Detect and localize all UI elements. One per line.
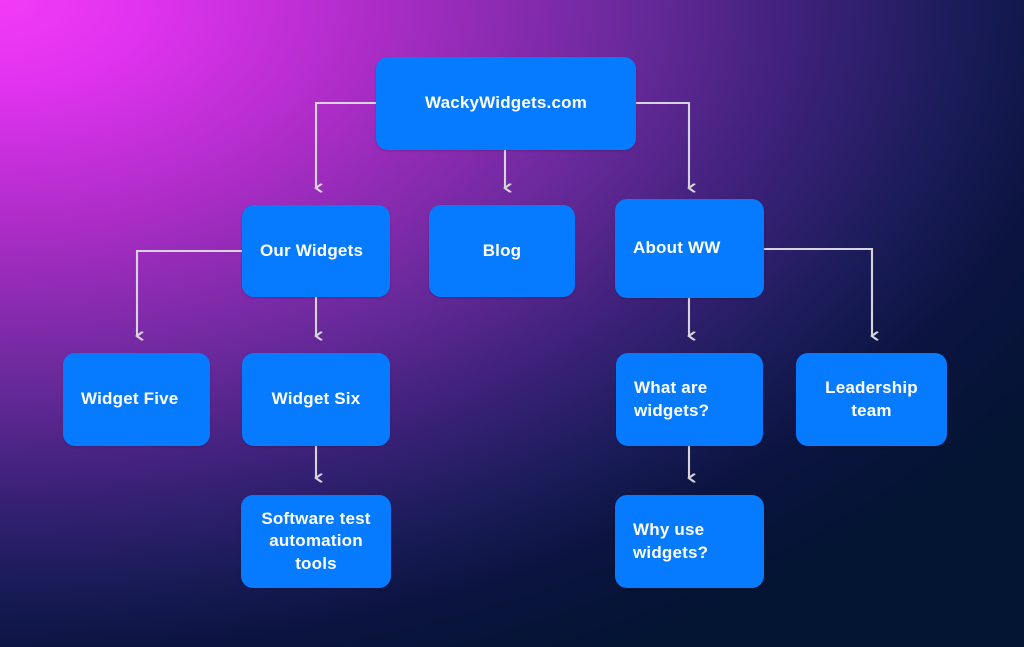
node-widget-six[interactable]: Widget Six [242,353,390,446]
node-widget-five[interactable]: Widget Five [63,353,210,446]
node-label: Our Widgets [260,240,364,260]
node-why-use-widgets[interactable]: Why use widgets? [615,495,764,588]
node-root[interactable]: WackyWidgets.com [376,57,636,150]
edge-our-widgets-to-widget-five [137,249,242,336]
node-label: Software test automation tools [261,508,371,573]
node-label: Widget Six [271,389,361,409]
node-label: Leadership team [825,378,918,420]
edge-about-ww-to-leadership [764,247,872,336]
node-blog[interactable]: Blog [429,205,575,297]
node-label: About WW [633,238,721,258]
node-what-are-widgets[interactable]: What are widgets? [616,353,763,446]
node-label: Widget Five [81,389,179,409]
node-label: Why use widgets? [633,520,709,562]
edge-root-to-about-ww [636,101,689,188]
sitemap-diagram-canvas: WackyWidgets.com Our Widgets Blog About … [0,0,1024,647]
node-label: WackyWidgets.com [424,93,588,113]
node-leadership-team[interactable]: Leadership team [796,353,947,446]
node-label: What are widgets? [634,378,710,420]
node-label: Blog [482,240,522,260]
node-our-widgets[interactable]: Our Widgets [242,205,390,297]
node-software-test-automation-tools[interactable]: Software test automation tools [241,495,391,588]
edge-root-to-our-widgets [316,101,376,188]
node-about-ww[interactable]: About WW [615,199,764,298]
